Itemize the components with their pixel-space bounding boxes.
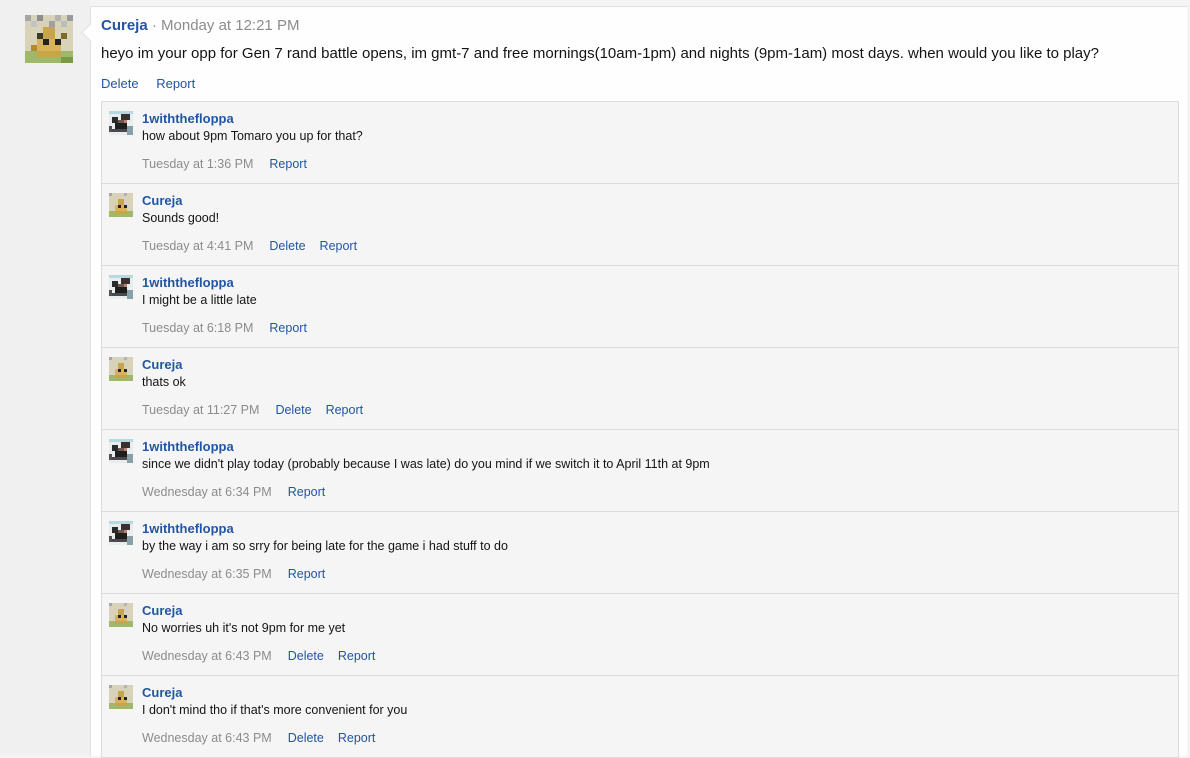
comment-text: Sounds good! xyxy=(142,211,220,225)
comment-item: 1withthefloppa I might be a little late Tu… xyxy=(102,266,1178,348)
comment-author-link[interactable]: 1withthefloppa xyxy=(142,275,234,290)
comment-author-link[interactable]: Cureja xyxy=(142,193,182,208)
comment-report-link[interactable]: Report xyxy=(288,485,326,499)
comment-author-link[interactable]: Cureja xyxy=(142,603,182,618)
floppa-avatar[interactable] xyxy=(109,439,133,463)
comment-meta: Wednesday at 6:43 PM Delete Report xyxy=(142,649,389,663)
comment-report-link[interactable]: Report xyxy=(269,321,307,335)
comment-item: Cureja No worries uh it's not 9pm for me … xyxy=(102,594,1178,676)
comment-text: thats ok xyxy=(142,375,186,389)
comment-report-link[interactable]: Report xyxy=(269,157,307,171)
comment-report-link[interactable]: Report xyxy=(326,403,364,417)
comment-delete-link[interactable]: Delete xyxy=(288,731,324,745)
comment-timestamp[interactable]: Wednesday at 6:35 PM xyxy=(142,567,272,581)
comment-meta: Tuesday at 6:18 PM Report xyxy=(142,321,321,335)
cureja-avatar[interactable] xyxy=(109,357,133,381)
comment-report-link[interactable]: Report xyxy=(320,239,358,253)
comment-author-link[interactable]: Cureja xyxy=(142,685,182,700)
avatar-column xyxy=(0,0,90,755)
comment-text: I don't mind tho if that's more convenie… xyxy=(142,703,408,717)
post-header: Cureja · Monday at 12:21 PM xyxy=(101,17,299,34)
comment-timestamp[interactable]: Tuesday at 1:36 PM xyxy=(142,157,253,171)
post-report-link[interactable]: Report xyxy=(156,76,195,91)
comment-item: 1withthefloppa how about 9pm Tomaro you u… xyxy=(102,102,1178,184)
comment-meta: Wednesday at 6:43 PM Delete Report xyxy=(142,731,389,745)
comment-report-link[interactable]: Report xyxy=(338,731,376,745)
comment-meta: Wednesday at 6:34 PM Report xyxy=(142,485,339,499)
comment-timestamp[interactable]: Tuesday at 11:27 PM xyxy=(142,403,259,417)
comment-meta: Wednesday at 6:35 PM Report xyxy=(142,567,339,581)
comment-item: 1withthefloppa by the way i am so srry fo… xyxy=(102,512,1178,594)
comment-list: 1withthefloppa how about 9pm Tomaro you u… xyxy=(101,101,1179,758)
floppa-avatar[interactable] xyxy=(109,521,133,545)
comment-meta: Tuesday at 4:41 PM Delete Report xyxy=(142,239,371,253)
comment-text: I might be a little late xyxy=(142,293,257,307)
post-author-link[interactable]: Cureja xyxy=(101,17,148,34)
comment-text: since we didn't play today (probably bec… xyxy=(142,457,710,471)
comment-meta: Tuesday at 1:36 PM Report xyxy=(142,157,321,171)
comment-delete-link[interactable]: Delete xyxy=(288,649,324,663)
floppa-avatar[interactable] xyxy=(109,111,133,135)
cureja-avatar[interactable] xyxy=(25,15,73,63)
comment-author-link[interactable]: 1withthefloppa xyxy=(142,439,234,454)
cureja-avatar[interactable] xyxy=(109,685,133,709)
comment-text: by the way i am so srry for being late f… xyxy=(142,539,508,553)
comment-timestamp[interactable]: Wednesday at 6:34 PM xyxy=(142,485,272,499)
comment-report-link[interactable]: Report xyxy=(288,567,326,581)
profile-post-page: Cureja · Monday at 12:21 PM heyo im your… xyxy=(0,0,1190,758)
comment-item: 1withthefloppa since we didn't play today… xyxy=(102,430,1178,512)
comment-text: No worries uh it's not 9pm for me yet xyxy=(142,621,346,635)
cureja-avatar[interactable] xyxy=(109,193,133,217)
comment-item: Cureja thats ok Tuesday at 11:27 PM Delete R… xyxy=(102,348,1178,430)
profile-post: Cureja · Monday at 12:21 PM heyo im your… xyxy=(81,6,1187,758)
comment-timestamp[interactable]: Wednesday at 6:43 PM xyxy=(142,731,272,745)
post-timestamp[interactable]: Monday at 12:21 PM xyxy=(161,17,299,34)
comment-author-link[interactable]: 1withthefloppa xyxy=(142,521,234,536)
floppa-avatar[interactable] xyxy=(109,275,133,299)
post-body: heyo im your opp for Gen 7 rand battle o… xyxy=(101,45,1099,62)
cureja-avatar[interactable] xyxy=(109,603,133,627)
comment-timestamp[interactable]: Tuesday at 4:41 PM xyxy=(142,239,253,253)
comment-text: how about 9pm Tomaro you up for that? xyxy=(142,129,363,143)
comment-delete-link[interactable]: Delete xyxy=(275,403,311,417)
comment-item: Cureja Sounds good! Tuesday at 4:41 PM Dele… xyxy=(102,184,1178,266)
comment-timestamp[interactable]: Tuesday at 6:18 PM xyxy=(142,321,253,335)
comment-author-link[interactable]: 1withthefloppa xyxy=(142,111,234,126)
post-delete-link[interactable]: Delete xyxy=(101,76,139,91)
comment-delete-link[interactable]: Delete xyxy=(269,239,305,253)
header-separator: · xyxy=(151,17,157,34)
post-actions: Delete Report xyxy=(101,76,209,91)
comment-item: Cureja I don't mind tho if that's more co… xyxy=(102,676,1178,758)
comment-report-link[interactable]: Report xyxy=(338,649,376,663)
comment-meta: Tuesday at 11:27 PM Delete Report xyxy=(142,403,377,417)
comment-timestamp[interactable]: Wednesday at 6:43 PM xyxy=(142,649,272,663)
comment-author-link[interactable]: Cureja xyxy=(142,357,182,372)
